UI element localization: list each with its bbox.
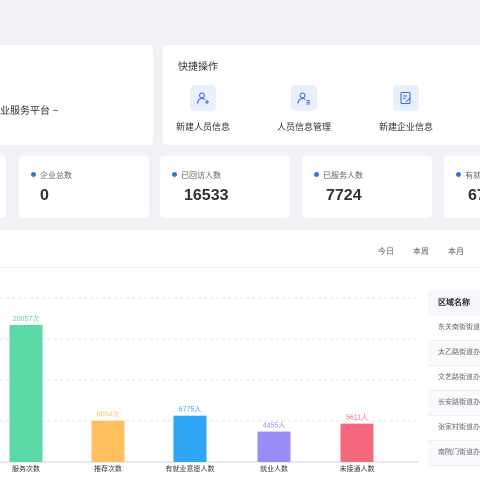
bullet-dot-icon [456, 172, 461, 177]
person-manage-label: 人员信息管理 [276, 122, 331, 132]
region-table: 区域名称 东关南街街道办太乙路街道办事文艺路街道办事长安路街道办事张家村街道办事… [428, 290, 480, 470]
stat-value: 7724 [326, 187, 362, 204]
x-tick-label: 就业人数 [260, 464, 288, 473]
quick-actions-card: 快捷操作 新建人员信息 人员信息管理 新建企业信息 [163, 45, 480, 145]
bar-data-label: 20057次 [13, 314, 39, 323]
new-person-button[interactable]: 新建人员信息 [163, 85, 243, 133]
stat-label-text: 有就 [465, 171, 480, 180]
user-list-icon [291, 85, 317, 111]
table-row[interactable]: 太乙路街道办事 [428, 341, 480, 366]
stat-label-text: 企业总数 [40, 171, 72, 180]
bar-0[interactable] [9, 324, 43, 462]
new-person-label: 新建人员信息 [175, 122, 230, 132]
bar-3[interactable] [257, 431, 291, 462]
table-row[interactable]: 张家村街道办事 [428, 416, 480, 441]
stat-card-revisited: 已回访人数 16533 [160, 156, 290, 218]
stat-value: 0 [40, 187, 49, 204]
stat-card-partial [0, 156, 6, 218]
bullet-dot-icon [314, 172, 319, 177]
stat-value: 16533 [184, 187, 229, 204]
stat-value: 67 [468, 187, 480, 204]
new-enterprise-button[interactable]: 新建企业信息 [366, 85, 446, 133]
region-table-body: 东关南街街道办太乙路街道办事文艺路街道办事长安路街道办事张家村街道办事南院门街道… [428, 316, 480, 466]
tab-today[interactable]: 今日 [378, 246, 394, 257]
bar-chart: 20057次服务次数 6054次推荐次数 6775人有就业意愿人数 4455人就业人数… [0, 297, 418, 473]
new-enterprise-label: 新建企业信息 [378, 122, 433, 132]
tab-this-month[interactable]: 本月 [448, 246, 464, 257]
quick-actions-title: 快捷操作 [178, 62, 218, 73]
panel-divider [0, 267, 480, 268]
welcome-text: 业服务平台 ~ [0, 106, 59, 117]
bar-4[interactable] [340, 423, 374, 462]
x-tick-label: 有就业意愿人数 [166, 464, 215, 473]
bar-2[interactable] [173, 415, 207, 462]
x-tick-label: 推荐次数 [94, 464, 122, 473]
stat-label-text: 已服务人数 [323, 171, 363, 180]
stat-label-text: 已回访人数 [181, 171, 221, 180]
stat-card-enterprise-total: 企业总数 0 [19, 156, 149, 218]
table-row[interactable]: 东关南街街道办 [428, 316, 480, 341]
stat-label: 有就 [456, 170, 480, 181]
table-row[interactable]: 长安路街道办事 [428, 391, 480, 416]
stat-label: 已回访人数 [172, 170, 221, 181]
bar-data-label: 6775人 [179, 406, 202, 414]
bar-1[interactable] [91, 420, 125, 462]
stat-label: 企业总数 [31, 170, 72, 181]
tab-this-week[interactable]: 本周 [413, 246, 429, 257]
stat-label: 已服务人数 [314, 170, 363, 181]
bar-data-label: 6054次 [97, 410, 120, 419]
table-row[interactable]: 南院门街道办事 [428, 441, 480, 466]
bar-data-label: 5611人 [346, 414, 368, 422]
welcome-card: 业服务平台 ~ [0, 45, 153, 145]
table-row[interactable]: 文艺路街道办事 [428, 366, 480, 391]
bullet-dot-icon [31, 172, 36, 177]
bullet-dot-icon [172, 172, 177, 177]
region-table-header: 区域名称 [428, 290, 480, 316]
stat-card-employment: 有就 67 [444, 156, 480, 218]
bar-data-label: 4455人 [263, 422, 286, 430]
person-manage-button[interactable]: 人员信息管理 [264, 85, 344, 133]
x-tick-label: 未接通人数 [340, 464, 375, 473]
stat-card-served: 已服务人数 7724 [302, 156, 432, 218]
edit-form-icon [393, 85, 419, 111]
x-tick-label: 服务次数 [12, 464, 40, 473]
add-user-icon [190, 85, 216, 111]
